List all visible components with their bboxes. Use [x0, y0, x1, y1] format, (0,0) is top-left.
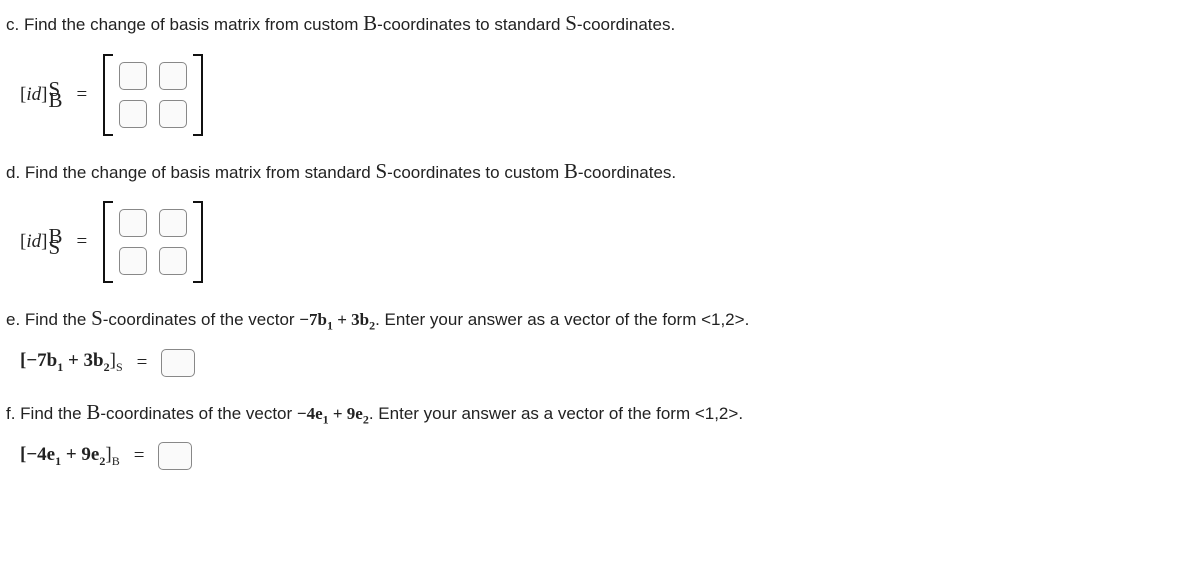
matrix-c-cell-2-1[interactable] — [119, 100, 147, 128]
answer-e-input[interactable] — [161, 349, 195, 377]
right-bracket-icon — [191, 54, 205, 136]
sub: B — [112, 453, 120, 467]
question-e: e. Find the S-coordinates of the vector … — [6, 303, 1186, 377]
t: [−4e — [20, 444, 55, 465]
lhs: [−7b1 + 3b2]S — [20, 350, 123, 375]
question-e-text: e. Find the S-coordinates of the vector … — [6, 303, 1186, 335]
script-B: B — [86, 400, 100, 424]
lhs: [−4e1 + 9e2]B — [20, 444, 120, 469]
question-d-text: d. Find the change of basis matrix from … — [6, 156, 1186, 188]
text: . Enter your answer as a vector of the f… — [369, 404, 743, 423]
sub: S — [48, 242, 62, 253]
equation-c: [id]SB = — [20, 54, 1186, 136]
equation-d: [id]BS = — [20, 201, 1186, 283]
equals: = — [76, 231, 87, 253]
text: -coordinates to standard — [377, 15, 565, 34]
question-f: f. Find the B-coordinates of the vector … — [6, 397, 1186, 471]
answer-f-input[interactable] — [158, 442, 192, 470]
lhs-label: [id]SB — [20, 84, 62, 106]
expr: + 9e — [329, 404, 363, 423]
expr: + 3b — [333, 310, 369, 329]
right-bracket-icon — [191, 201, 205, 283]
equals: = — [137, 352, 148, 374]
matrix-c-cell-1-1[interactable] — [119, 62, 147, 90]
text: d. Find the change of basis matrix from … — [6, 163, 375, 182]
question-c-text: c. Find the change of basis matrix from … — [6, 8, 1186, 40]
matrix-c-cell-2-2[interactable] — [159, 100, 187, 128]
left-bracket-icon — [101, 54, 115, 136]
id-text: id — [26, 231, 41, 253]
equals: = — [134, 445, 145, 467]
text: -coordinates. — [577, 15, 675, 34]
script-S: S — [91, 306, 103, 330]
text: -coordinates to custom — [387, 163, 564, 182]
sub: S — [116, 360, 123, 374]
matrix-d-cell-2-2[interactable] — [159, 247, 187, 275]
equation-e: [−7b1 + 3b2]S = — [20, 349, 1186, 377]
script-B: B — [564, 159, 578, 183]
text: -coordinates. — [578, 163, 676, 182]
t: [−7b — [20, 350, 57, 371]
script-S: S — [375, 159, 387, 183]
left-bracket-icon — [101, 201, 115, 283]
t: + 9e — [61, 444, 99, 465]
expr: −4e — [297, 404, 323, 423]
text: -coordinates of the vector — [100, 404, 297, 423]
question-f-text: f. Find the B-coordinates of the vector … — [6, 397, 1186, 429]
matrix-d-cell-1-2[interactable] — [159, 209, 187, 237]
sub: B — [48, 95, 62, 106]
matrix-d-cell-2-1[interactable] — [119, 247, 147, 275]
text: -coordinates of the vector — [103, 310, 300, 329]
text: e. Find the — [6, 310, 91, 329]
matrix-d-cell-1-1[interactable] — [119, 209, 147, 237]
text: . Enter your answer as a vector of the f… — [375, 310, 749, 329]
text: c. Find the change of basis matrix from … — [6, 15, 363, 34]
matrix-c-cell-1-2[interactable] — [159, 62, 187, 90]
text: f. Find the — [6, 404, 86, 423]
t: + 3b — [63, 350, 103, 371]
lhs-label: [id]BS — [20, 231, 62, 253]
expr: −7b — [299, 310, 327, 329]
script-S: S — [565, 11, 577, 35]
matrix-d — [101, 201, 205, 283]
script-B: B — [363, 11, 377, 35]
equals: = — [76, 84, 87, 106]
matrix-c — [101, 54, 205, 136]
id-text: id — [26, 84, 41, 106]
question-c: c. Find the change of basis matrix from … — [6, 8, 1186, 136]
equation-f: [−4e1 + 9e2]B = — [20, 442, 1186, 470]
question-d: d. Find the change of basis matrix from … — [6, 156, 1186, 284]
